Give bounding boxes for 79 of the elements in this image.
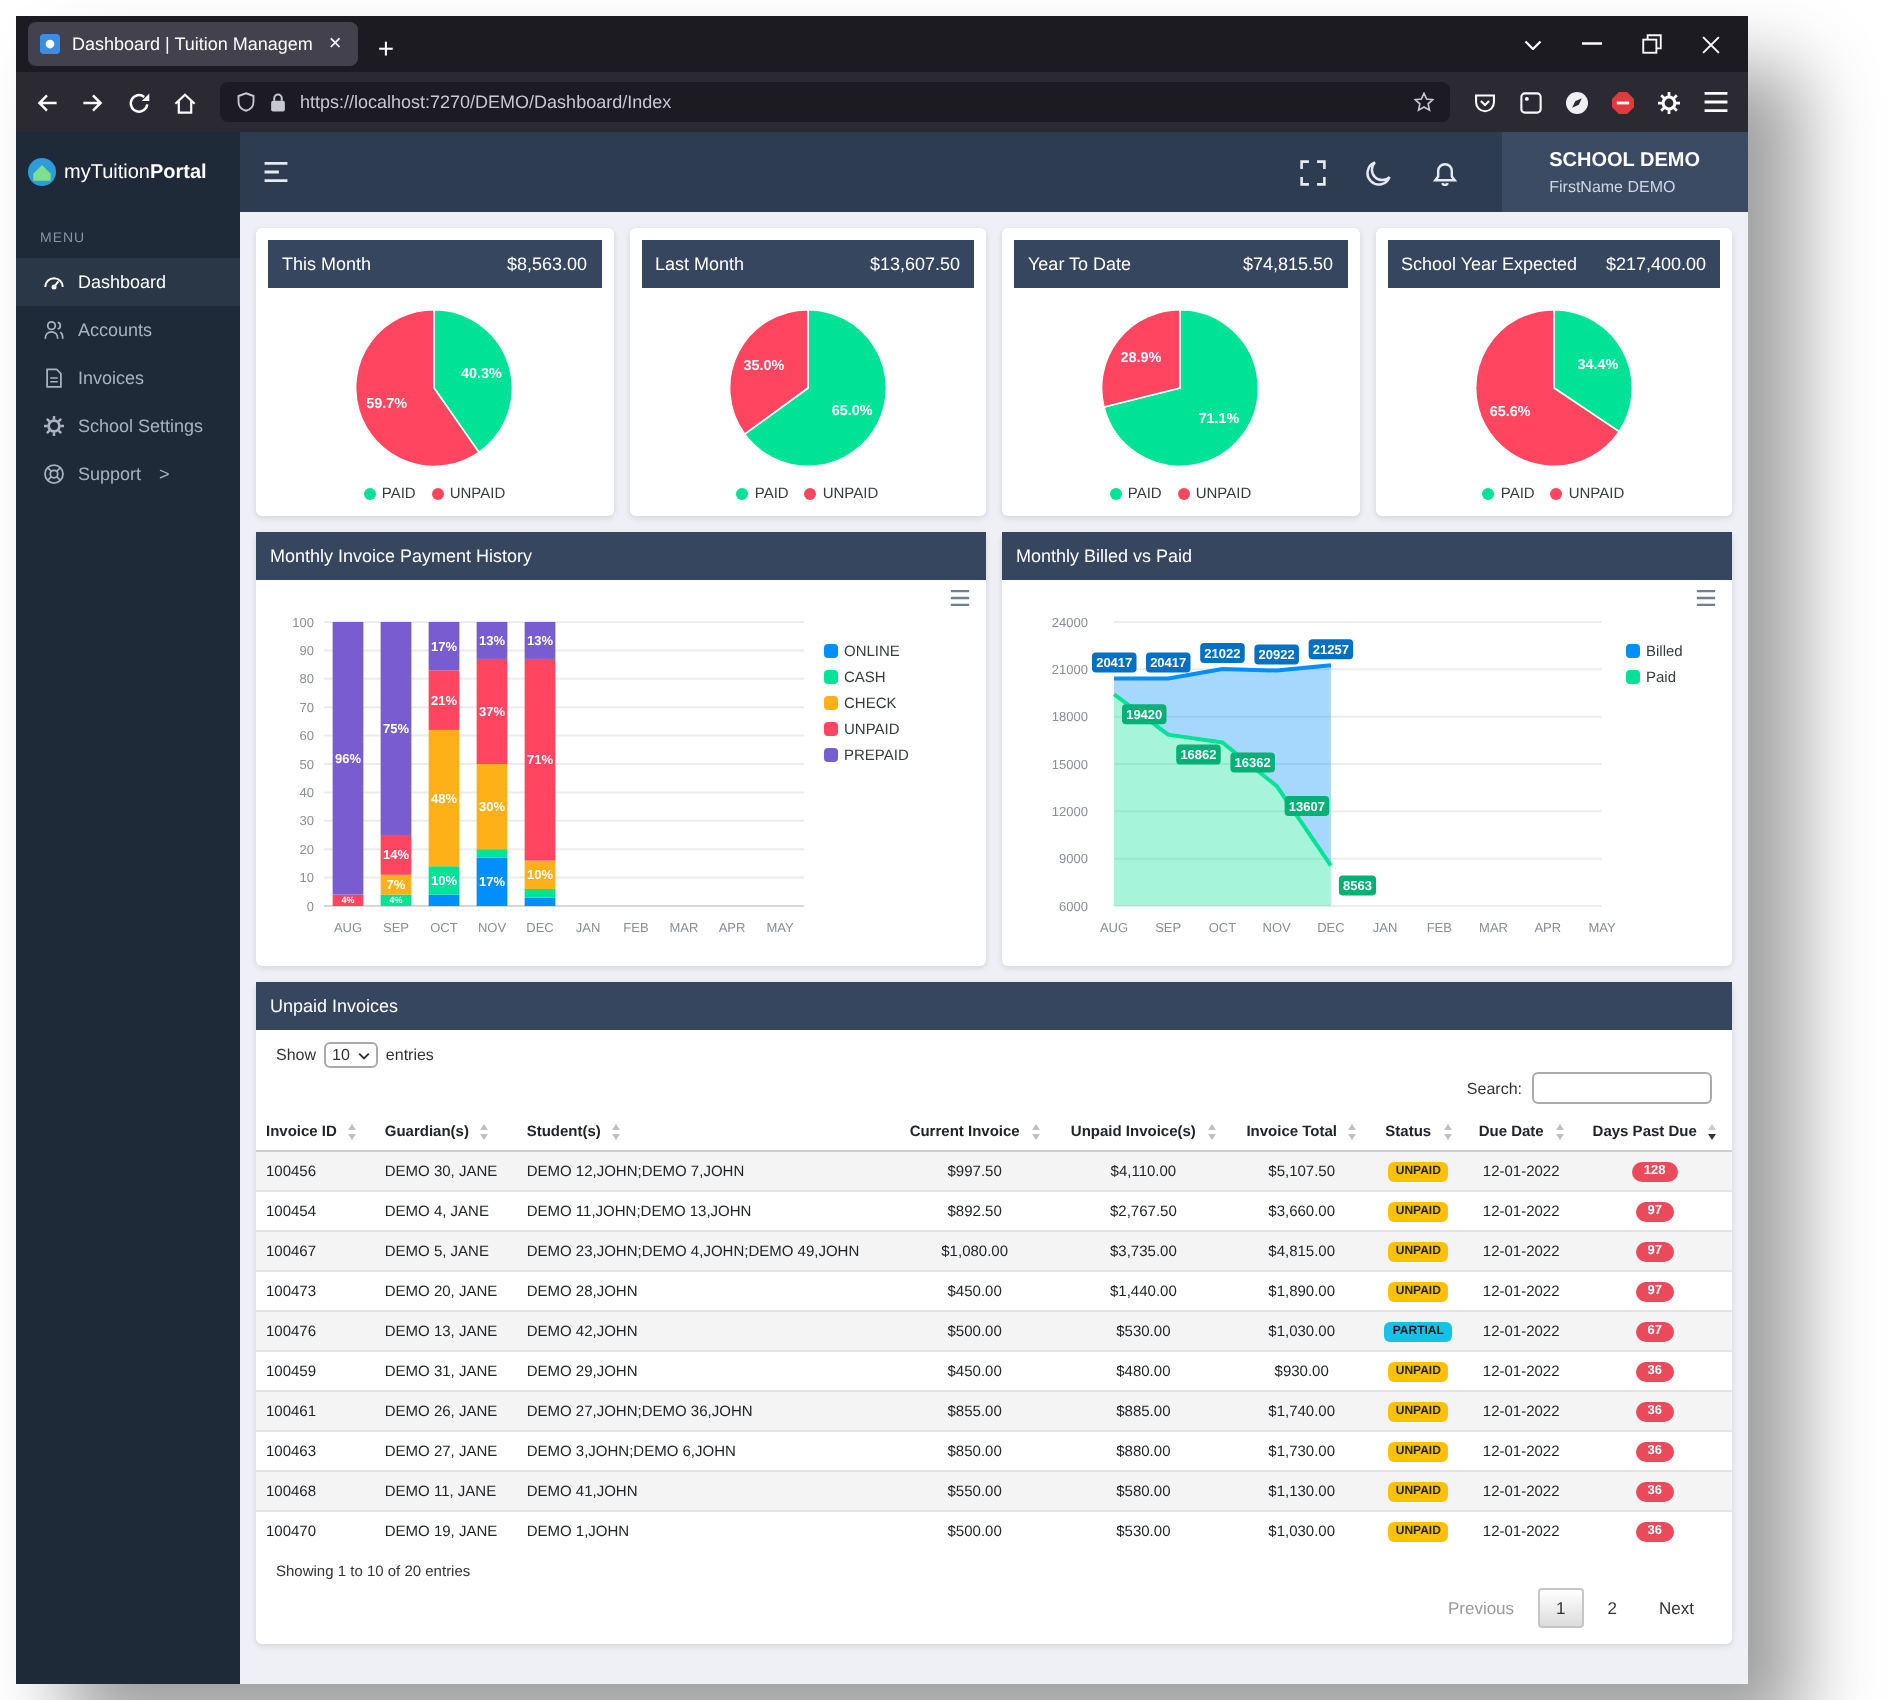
pagination-button[interactable]: 2 bbox=[1589, 1588, 1636, 1629]
back-icon[interactable] bbox=[36, 91, 58, 113]
card-title: Unpaid Invoices bbox=[270, 996, 399, 1016]
minimize-icon[interactable] bbox=[1582, 42, 1602, 46]
star-icon[interactable] bbox=[1414, 92, 1434, 112]
sidebar-item[interactable]: Invoices bbox=[16, 354, 240, 402]
card-title: Monthly Invoice Payment History bbox=[270, 546, 533, 566]
stop-sign-icon[interactable] bbox=[1612, 91, 1634, 113]
menu-icon[interactable] bbox=[264, 162, 288, 182]
card-amount: $74,815.50 bbox=[1242, 254, 1333, 274]
school-name: SCHOOL DEMO bbox=[1549, 149, 1700, 171]
sidebar-item[interactable]: School Settings bbox=[16, 402, 240, 450]
data-label: 71.1% bbox=[1199, 409, 1240, 428]
legend-marker-icon bbox=[1482, 487, 1495, 499]
address-bar[interactable]: https://localhost:7270/DEMO/Dashboard/Index bbox=[220, 82, 1450, 122]
caret-icon bbox=[357, 1051, 370, 1059]
restore-icon[interactable] bbox=[1642, 34, 1662, 54]
moon-icon[interactable] bbox=[1365, 159, 1392, 185]
card-amount: $8,563.00 bbox=[506, 254, 587, 274]
gauge-icon bbox=[44, 272, 64, 292]
data-label: 59.7% bbox=[366, 393, 408, 412]
data-label: 34.4% bbox=[1576, 355, 1618, 374]
pagination-button[interactable]: Next bbox=[1641, 1588, 1712, 1629]
data-label: 65.0% bbox=[831, 401, 873, 420]
extension-icon[interactable] bbox=[1520, 91, 1542, 113]
sidebar-item[interactable]: Support > bbox=[16, 450, 240, 498]
reload-icon[interactable] bbox=[128, 91, 150, 113]
logo-icon bbox=[28, 158, 56, 186]
lock-icon[interactable] bbox=[268, 92, 288, 112]
card-title: Monthly Billed vs Paid bbox=[1016, 546, 1193, 566]
bar-segment bbox=[428, 622, 460, 671]
legend-marker-icon bbox=[1550, 487, 1563, 499]
gear-icon[interactable] bbox=[1658, 91, 1680, 113]
user-panel[interactable]: SCHOOL DEMO FirstName DEMO bbox=[1501, 132, 1748, 212]
length-label: entries bbox=[385, 1046, 434, 1064]
legend-marker-icon bbox=[1177, 487, 1190, 499]
legend-marker-icon bbox=[431, 487, 444, 499]
people-icon bbox=[44, 320, 64, 340]
compass-icon[interactable] bbox=[1566, 91, 1588, 113]
page-length-select[interactable]: 10 bbox=[324, 1042, 378, 1068]
logo-text: myTuitionPortal bbox=[64, 161, 207, 183]
card-amount: $13,607.50 bbox=[869, 254, 960, 274]
browser-tab[interactable]: Dashboard | Tuition Managem × bbox=[28, 22, 358, 66]
gear-icon bbox=[44, 416, 64, 436]
card-title: Year To Date bbox=[1028, 254, 1132, 274]
tab-close-button[interactable]: × bbox=[324, 33, 346, 55]
card-title: School Year Expected bbox=[1401, 254, 1578, 274]
lifebuoy-icon bbox=[44, 464, 64, 484]
user-name: FirstName DEMO bbox=[1549, 177, 1678, 195]
fullscreen-icon[interactable] bbox=[1299, 159, 1326, 185]
data-label: 40.3% bbox=[461, 363, 503, 382]
legend-marker-icon bbox=[363, 487, 376, 499]
card-title: This Month bbox=[282, 254, 372, 274]
legend-marker-icon bbox=[736, 487, 749, 499]
new-tab-button[interactable]: + bbox=[369, 34, 403, 62]
forward-icon[interactable] bbox=[82, 91, 104, 113]
chart-menu-icon[interactable] bbox=[950, 590, 970, 606]
card-amount: $217,400.00 bbox=[1605, 254, 1706, 274]
legend-marker-icon bbox=[1109, 487, 1122, 499]
legend-marker-icon bbox=[804, 487, 817, 499]
search-label: Search: bbox=[1466, 1079, 1522, 1097]
home-icon[interactable] bbox=[174, 91, 196, 113]
data-label: 65.6% bbox=[1489, 402, 1531, 421]
card-title: Last Month bbox=[655, 254, 745, 274]
favicon-icon bbox=[40, 34, 60, 54]
data-label: 28.9% bbox=[1121, 348, 1162, 367]
sidebar-item[interactable]: Accounts bbox=[16, 306, 240, 354]
close-icon[interactable] bbox=[1702, 35, 1720, 53]
pocket-icon[interactable] bbox=[1474, 91, 1496, 113]
length-label: Show bbox=[276, 1046, 317, 1064]
chart-menu-icon[interactable] bbox=[1696, 590, 1716, 606]
search-field[interactable] bbox=[1532, 1072, 1712, 1104]
pagination-button[interactable]: 1 bbox=[1538, 1588, 1584, 1629]
bell-icon[interactable] bbox=[1431, 159, 1458, 185]
chevron-down-icon[interactable] bbox=[1524, 39, 1542, 49]
document-icon bbox=[44, 368, 64, 388]
shield-icon[interactable] bbox=[236, 92, 256, 112]
sidebar-item[interactable]: Dashboard bbox=[16, 258, 240, 306]
data-label: 35.0% bbox=[742, 356, 784, 375]
